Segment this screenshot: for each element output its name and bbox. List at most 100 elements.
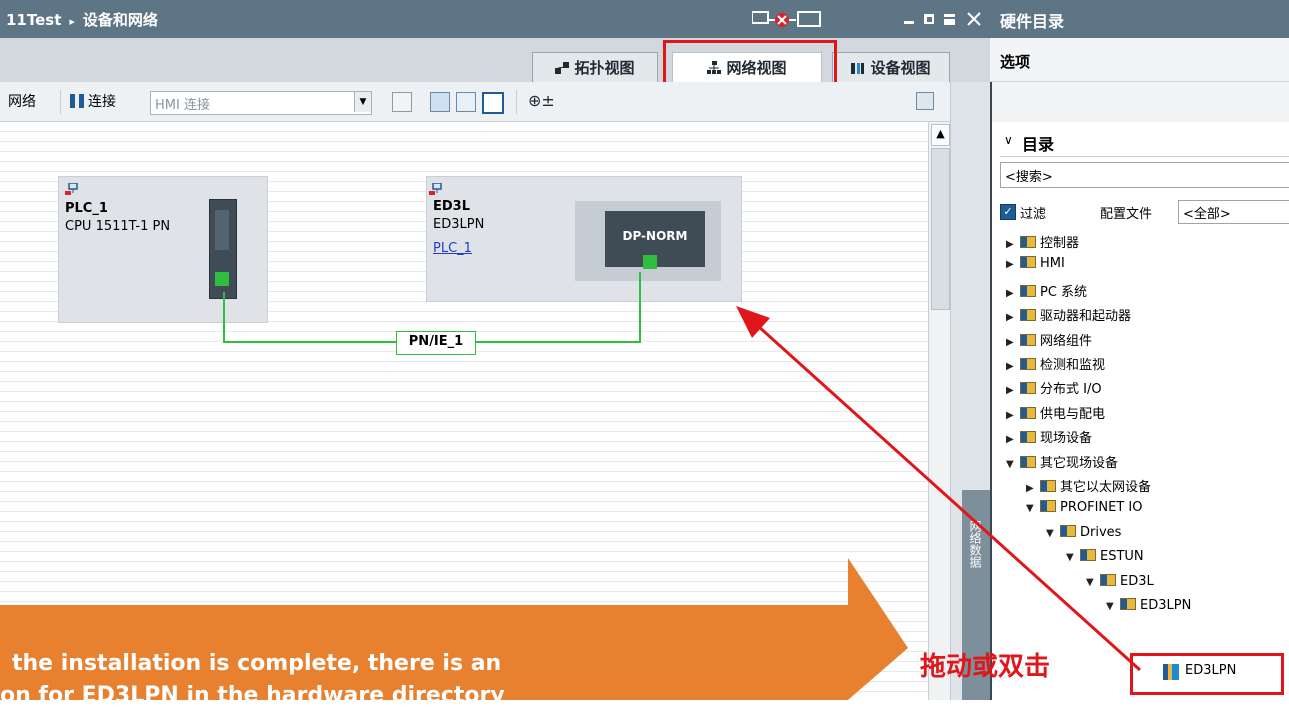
catalog-tree-item[interactable]: ▼ Drives bbox=[1046, 524, 1122, 547]
expand-right-icon[interactable]: ▶ bbox=[1006, 385, 1018, 396]
network-canvas[interactable]: PLC_1 CPU 1511T-1 PN ED3L ED3LPN PLC_1 D… bbox=[0, 122, 928, 700]
expand-down-icon[interactable]: ▼ bbox=[1026, 503, 1038, 514]
device-module-icon bbox=[1163, 664, 1179, 680]
options-label[interactable]: 选项 bbox=[1000, 51, 1030, 72]
page-layout-icon[interactable] bbox=[482, 92, 504, 114]
hardware-catalog-title-bar: 硬件目录 bbox=[990, 0, 1289, 38]
expand-down-icon[interactable]: ▼ bbox=[1086, 577, 1098, 588]
device-view-icon bbox=[851, 61, 865, 75]
minimize-icon[interactable] bbox=[904, 21, 914, 24]
catalog-tree-item-label: 现场设备 bbox=[1040, 431, 1093, 447]
catalog-tree-item[interactable]: ▼ PROFINET IO bbox=[1026, 500, 1143, 522]
expand-right-icon[interactable]: ▶ bbox=[1006, 361, 1018, 372]
profile-select[interactable]: <全部> bbox=[1178, 200, 1289, 224]
catalog-tree-item[interactable]: ▶ 其它以太网设备 bbox=[1026, 476, 1151, 498]
scroll-thumb[interactable] bbox=[931, 148, 950, 310]
tab-device-view[interactable]: 设备视图 bbox=[832, 52, 950, 84]
folder-icon bbox=[1120, 598, 1136, 610]
catalog-tree-item-label: 其它以太网设备 bbox=[1060, 480, 1152, 495]
catalog-tree-item[interactable]: ▶ 分布式 I/O bbox=[1006, 378, 1102, 400]
network-overview-icon[interactable] bbox=[430, 92, 450, 112]
catalog-tree-item-label: 控制器 bbox=[1040, 236, 1080, 251]
expand-right-icon[interactable]: ▶ bbox=[1006, 288, 1018, 299]
breadcrumb-page[interactable]: 设备和网络 bbox=[83, 11, 158, 29]
catalog-tree-item[interactable]: ▼ 其它现场设备 bbox=[1006, 452, 1118, 474]
breadcrumb-project[interactable]: 11Test bbox=[6, 11, 61, 29]
folder-icon bbox=[1020, 358, 1036, 370]
zoom-icon[interactable]: ⊕± bbox=[528, 91, 555, 110]
catalog-tree-item-label: ED3L bbox=[1120, 573, 1154, 589]
catalog-tree-item-label: 网络组件 bbox=[1040, 333, 1093, 349]
expand-right-icon[interactable]: ▶ bbox=[1006, 337, 1018, 348]
chevron-down-icon[interactable]: ∨ bbox=[1004, 133, 1013, 147]
network-button[interactable]: 网络 bbox=[8, 91, 36, 113]
catalog-tree-item[interactable]: ▼ ED3LPN bbox=[1106, 598, 1191, 620]
connection-type-value: HMI 连接 bbox=[155, 98, 210, 113]
folder-icon bbox=[1020, 284, 1036, 297]
catalog-tree-item-label: HMI bbox=[1040, 256, 1065, 272]
catalog-tree-item-label: 分布式 I/O bbox=[1040, 382, 1102, 398]
toolbar-divider bbox=[60, 90, 61, 114]
catalog-top-row bbox=[992, 82, 1289, 122]
catalog-tree-item-label: ED3LPN bbox=[1140, 598, 1192, 613]
canvas-vertical-scrollbar[interactable]: ▲ bbox=[928, 122, 950, 700]
catalog-tree-item-label: 其它现场设备 bbox=[1040, 455, 1119, 471]
expand-down-icon[interactable]: ▼ bbox=[1066, 552, 1078, 563]
folder-icon bbox=[1020, 382, 1036, 395]
catalog-tree-item[interactable]: ▶ 驱动器和起动器 bbox=[1006, 305, 1131, 327]
catalog-tree-item-label: 检测和监视 bbox=[1040, 358, 1106, 373]
table-icon[interactable] bbox=[456, 92, 476, 112]
editor-toolbar: 网络 连接 HMI 连接 ▼ ⊕± bbox=[0, 82, 990, 122]
subnet-line[interactable] bbox=[0, 122, 928, 422]
expand-right-icon[interactable]: ▶ bbox=[1006, 239, 1018, 250]
catalog-search-input[interactable]: <搜索> bbox=[1000, 162, 1289, 188]
show-names-icon[interactable] bbox=[392, 92, 412, 112]
catalog-tree-item[interactable]: ▶ HMI bbox=[1006, 256, 1065, 278]
window-controls bbox=[751, 8, 990, 30]
breadcrumb-separator-icon: ▸ bbox=[69, 15, 75, 28]
expand-down-icon[interactable]: ▼ bbox=[1106, 601, 1118, 612]
catalog-tree-item[interactable]: ▼ ESTUN bbox=[1066, 549, 1144, 571]
expand-right-icon[interactable]: ▶ bbox=[1006, 259, 1018, 270]
catalog-tree-item-label: PROFINET IO bbox=[1060, 500, 1143, 516]
catalog-tree-item[interactable]: ▶ 网络组件 bbox=[1006, 330, 1092, 352]
ed3lpn-catalog-entry[interactable]: ED3LPN bbox=[1130, 653, 1284, 695]
callout-line-1: the installation is complete, there is a… bbox=[12, 651, 502, 676]
folder-icon bbox=[1060, 524, 1076, 537]
catalog-filter-row: ✓ 过滤 配置文件 <全部> bbox=[1000, 200, 1289, 224]
folder-icon bbox=[1020, 455, 1036, 468]
catalog-tree-item[interactable]: ▶ 检测和监视 bbox=[1006, 354, 1105, 376]
folder-icon bbox=[1020, 256, 1036, 269]
subnet-name: PN/IE_1 bbox=[408, 334, 464, 349]
catalog-tree-item-label: 供电与配电 bbox=[1040, 406, 1106, 422]
expand-right-icon[interactable]: ▶ bbox=[1006, 434, 1018, 445]
expand-down-icon[interactable]: ▼ bbox=[1006, 459, 1018, 470]
drag-hint-label: 拖动或双击 bbox=[920, 652, 1051, 682]
catalog-tree-item[interactable]: ▼ ED3L bbox=[1086, 573, 1154, 596]
expand-down-icon[interactable]: ▼ bbox=[1046, 528, 1058, 539]
catalog-tree-item[interactable]: ▶ 供电与配电 bbox=[1006, 403, 1105, 425]
catalog-tree-item-label: Drives bbox=[1080, 524, 1122, 540]
catalog-tree-item[interactable]: ▶ PC 系统 bbox=[1006, 281, 1087, 303]
catalog-section-header[interactable]: ∨ 目录 bbox=[1000, 128, 1289, 157]
chevron-down-icon[interactable]: ▼ bbox=[354, 92, 371, 112]
folder-icon bbox=[1100, 573, 1116, 586]
connect-button[interactable]: 连接 bbox=[70, 91, 116, 113]
catalog-tree-item[interactable]: ▶ 现场设备 bbox=[1006, 427, 1092, 449]
expand-right-icon[interactable]: ▶ bbox=[1006, 312, 1018, 323]
tab-topology-view[interactable]: 拓扑视图 bbox=[532, 52, 658, 84]
network-status-icon bbox=[751, 11, 821, 27]
breadcrumb: 11Test ▸ 设备和网络 bbox=[6, 9, 158, 30]
catalog-section-label: 目录 bbox=[1022, 135, 1055, 154]
maximize-icon[interactable] bbox=[944, 14, 955, 25]
panel-toggle-icon[interactable] bbox=[916, 92, 934, 110]
catalog-tree-item[interactable]: ▶ 控制器 bbox=[1006, 232, 1079, 254]
expand-right-icon[interactable]: ▶ bbox=[1026, 483, 1038, 494]
restore-icon[interactable] bbox=[924, 14, 934, 24]
close-icon[interactable] bbox=[967, 12, 981, 26]
expand-right-icon[interactable]: ▶ bbox=[1006, 410, 1018, 421]
scroll-up-icon[interactable]: ▲ bbox=[931, 124, 950, 146]
connection-type-select[interactable]: HMI 连接 ▼ bbox=[150, 91, 372, 115]
subnet-label[interactable]: PN/IE_1 bbox=[396, 331, 476, 355]
filter-checkbox[interactable]: ✓ bbox=[1000, 204, 1016, 220]
